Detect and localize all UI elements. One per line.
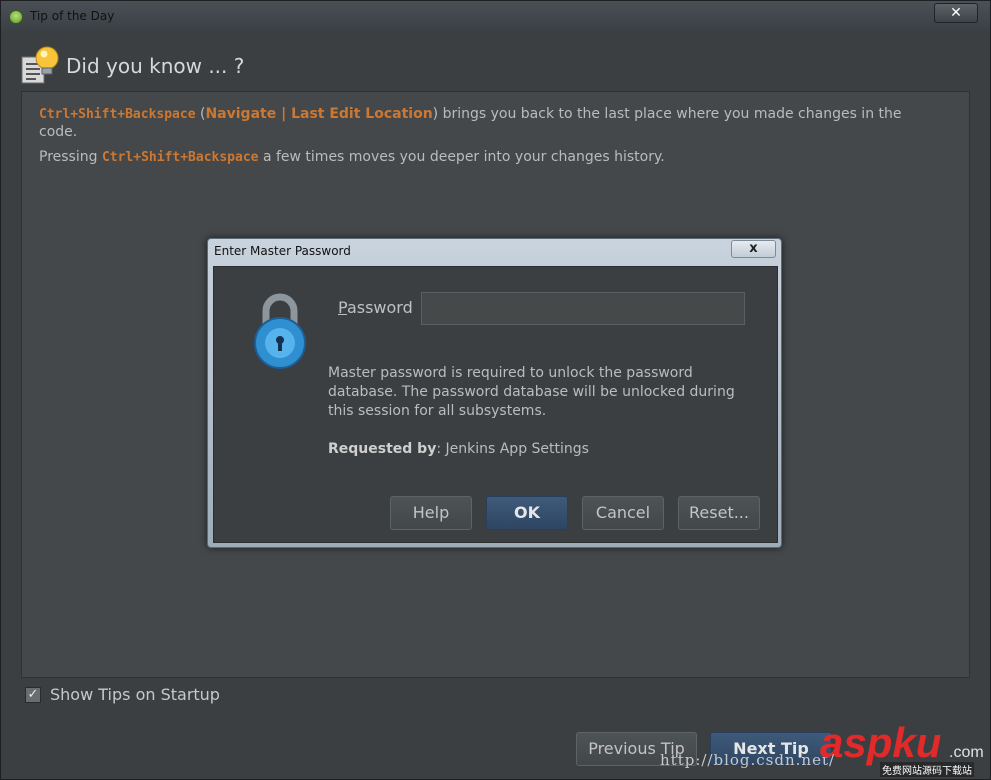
dialog-message: Master password is required to unlock th… — [328, 365, 735, 419]
window-close-button[interactable]: ✕ — [934, 3, 978, 23]
cancel-button[interactable]: Cancel — [582, 496, 664, 530]
dialog-body: Password Master password is required to … — [213, 266, 778, 543]
tip-paragraph-2: Pressing Ctrl+Shift+Backspace a few time… — [39, 148, 959, 167]
show-tips-checkbox[interactable]: ✓ — [25, 687, 41, 703]
password-label: Password — [338, 298, 413, 317]
tip-paragraph-1-cont: code. — [39, 124, 78, 140]
menu-path-link[interactable]: Navigate | Last Edit Location — [205, 106, 432, 122]
reset-button[interactable]: Reset... — [678, 496, 760, 530]
page-title: Did you know ... ? — [66, 54, 245, 78]
tip-text: Pressing — [39, 149, 102, 165]
requested-by-value: : Jenkins App Settings — [436, 441, 589, 457]
password-label-text: assword — [346, 298, 413, 317]
ok-button[interactable]: OK — [486, 496, 568, 530]
show-tips-label[interactable]: Show Tips on Startup — [50, 685, 220, 704]
help-button[interactable]: Help — [390, 496, 472, 530]
dialog-title: Enter Master Password — [214, 244, 351, 258]
window-titlebar[interactable]: Tip of the Day ✕ — [1, 1, 990, 31]
android-studio-icon — [9, 10, 23, 24]
shortcut-text: Ctrl+Shift+Backspace — [39, 107, 196, 122]
lightbulb-icon — [21, 46, 59, 84]
tip-text: ( — [195, 106, 206, 122]
tip-paragraph-1: Ctrl+Shift+Backspace (Navigate | Last Ed… — [39, 105, 959, 124]
master-password-dialog: Enter Master Password x Password Master … — [207, 238, 782, 548]
requested-by: Requested by: Jenkins App Settings — [328, 441, 589, 457]
shortcut-text: Ctrl+Shift+Backspace — [101, 150, 259, 165]
previous-tip-button[interactable]: Previous Tip — [576, 732, 697, 766]
dialog-close-button[interactable]: x — [731, 240, 776, 258]
tip-text: brings you back to the last place where … — [438, 106, 902, 122]
tip-text: a few times moves you deeper into your c… — [258, 149, 665, 165]
mnemonic-char: P — [338, 298, 347, 317]
lock-icon — [254, 293, 306, 369]
next-tip-button[interactable]: Next Tip — [710, 732, 832, 766]
requested-by-label: Requested by — [328, 441, 437, 457]
password-input[interactable] — [421, 292, 745, 325]
window-title: Tip of the Day — [30, 9, 115, 23]
